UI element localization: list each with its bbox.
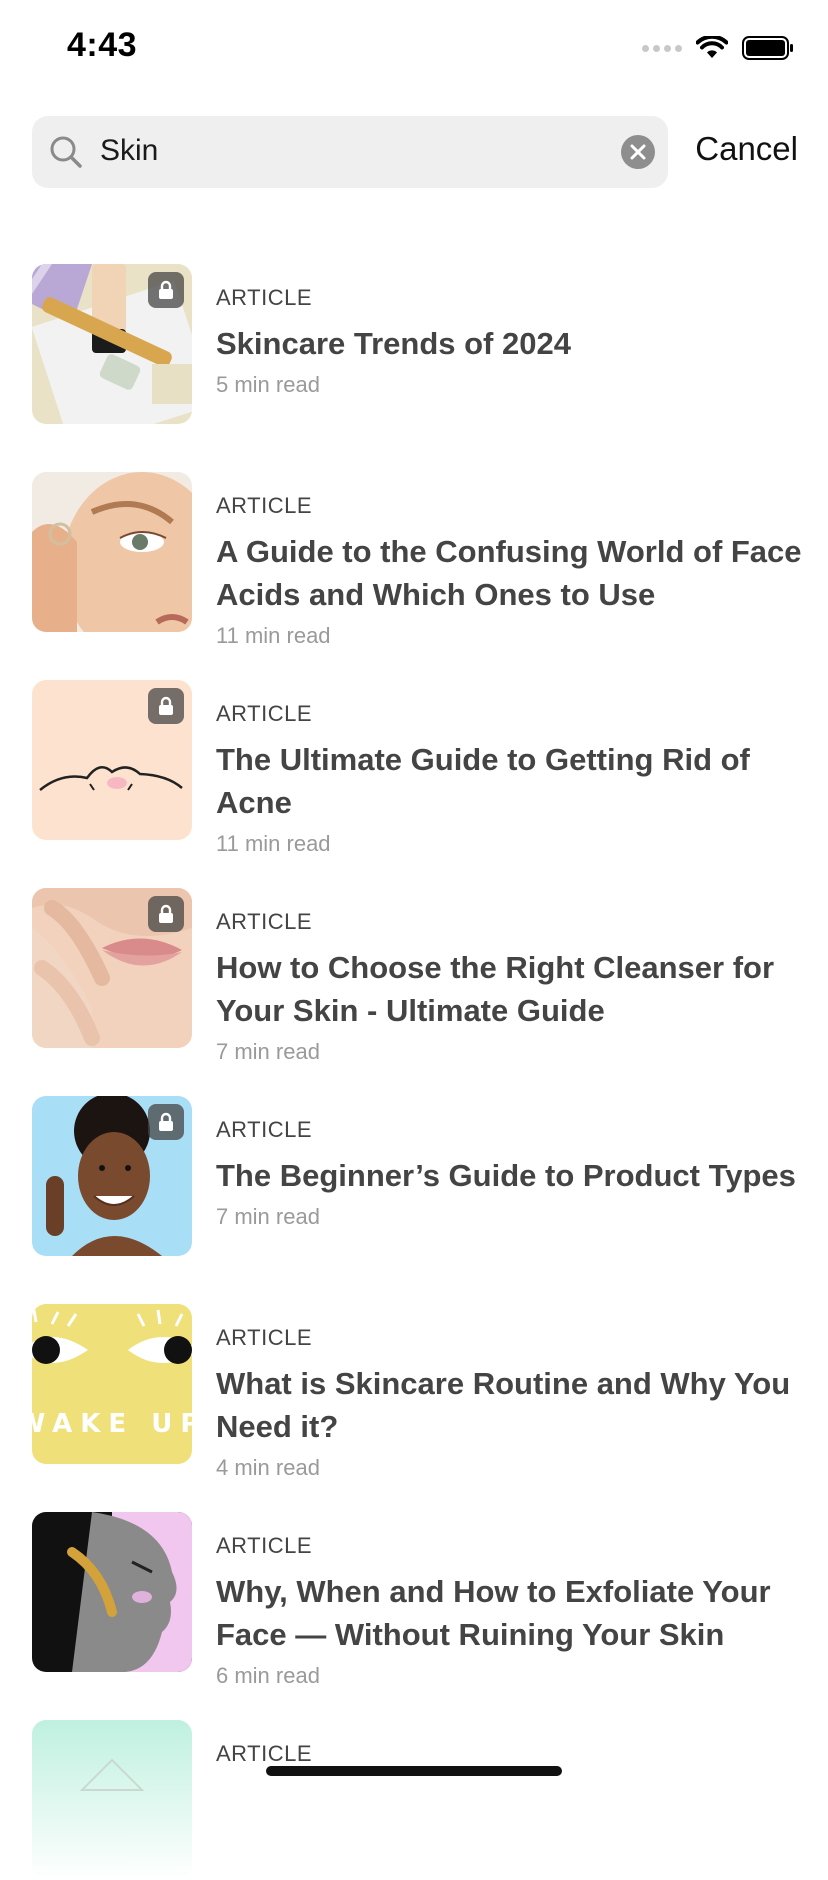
read-time: 7 min read [216,1039,320,1064]
status-bar: 4:43 [0,0,828,100]
list-item[interactable]: WAKE UP ARTICLE What is Skincare Routine… [32,1304,798,1480]
read-time: 11 min read [216,623,331,648]
article-thumbnail: WAKE UP [32,1304,192,1464]
article-type-label: ARTICLE [216,493,313,518]
article-title: What is Skincare Routine and Why You Nee… [216,1366,791,1444]
lock-icon [148,272,184,308]
article-info: ARTICLE The Ultimate Guide to Getting Ri… [216,700,806,858]
article-title: A Guide to the Confusing World of Face A… [216,534,802,612]
list-item[interactable]: ARTICLE The Ultimate Guide to Getting Ri… [32,680,798,856]
article-info: ARTICLE How to Choose the Right Cleanser… [216,908,806,1066]
read-time: 11 min read [216,831,331,856]
article-title: The Ultimate Guide to Getting Rid of Acn… [216,742,750,820]
search-input[interactable]: Skin [32,116,668,188]
cellular-signal-icon [642,44,682,52]
article-thumbnail [32,888,192,1048]
article-thumbnail [32,264,192,424]
search-query-text[interactable]: Skin [100,134,158,168]
read-time: 5 min read [216,372,320,397]
article-title: The Beginner’s Guide to Product Types [216,1158,796,1193]
article-type-label: ARTICLE [216,285,313,310]
list-item[interactable]: ARTICLE [32,1720,798,1880]
article-info: ARTICLE A Guide to the Confusing World o… [216,492,806,650]
battery-icon [742,36,794,60]
cancel-button[interactable]: Cancel [695,130,798,168]
list-item[interactable]: ARTICLE Why, When and How to Exfoliate Y… [32,1512,798,1688]
lock-icon [148,688,184,724]
article-title: How to Choose the Right Cleanser for You… [216,950,775,1028]
list-item[interactable]: ARTICLE A Guide to the Confusing World o… [32,472,802,648]
article-title: Why, When and How to Exfoliate Your Face… [216,1574,771,1652]
article-info: ARTICLE What is Skincare Routine and Why… [216,1324,806,1482]
article-info: ARTICLE Why, When and How to Exfoliate Y… [216,1532,806,1690]
article-title: Skincare Trends of 2024 [216,326,571,361]
article-thumbnail [32,1720,192,1880]
article-type-label: ARTICLE [216,701,313,726]
read-time: 7 min read [216,1204,320,1229]
article-info: ARTICLE The Beginner’s Guide to Product … [216,1116,806,1231]
search-bar: Skin Cancel [32,116,798,188]
article-type-label: ARTICLE [216,909,313,934]
lock-icon [148,1104,184,1140]
list-item[interactable]: ARTICLE Skincare Trends of 2024 5 min re… [32,264,798,424]
wake-up-illustration-text: WAKE UP [32,1409,192,1439]
article-thumbnail [32,472,192,632]
status-icons [642,36,794,60]
article-thumbnail [32,680,192,840]
lock-icon [148,896,184,932]
list-item[interactable]: ARTICLE The Beginner’s Guide to Product … [32,1096,798,1256]
list-item[interactable]: ARTICLE How to Choose the Right Cleanser… [32,888,798,1064]
article-info: ARTICLE Skincare Trends of 2024 5 min re… [216,284,806,399]
read-time: 6 min read [216,1663,320,1688]
wifi-icon [696,36,728,60]
article-type-label: ARTICLE [216,1533,313,1558]
home-indicator[interactable] [266,1766,562,1776]
read-time: 4 min read [216,1455,320,1480]
search-icon [46,132,86,177]
article-type-label: ARTICLE [216,1741,313,1766]
clear-search-icon[interactable] [621,135,655,169]
article-thumbnail [32,1096,192,1256]
status-time: 4:43 [67,26,138,64]
article-thumbnail [32,1512,192,1672]
article-type-label: ARTICLE [216,1325,313,1350]
article-type-label: ARTICLE [216,1117,313,1142]
